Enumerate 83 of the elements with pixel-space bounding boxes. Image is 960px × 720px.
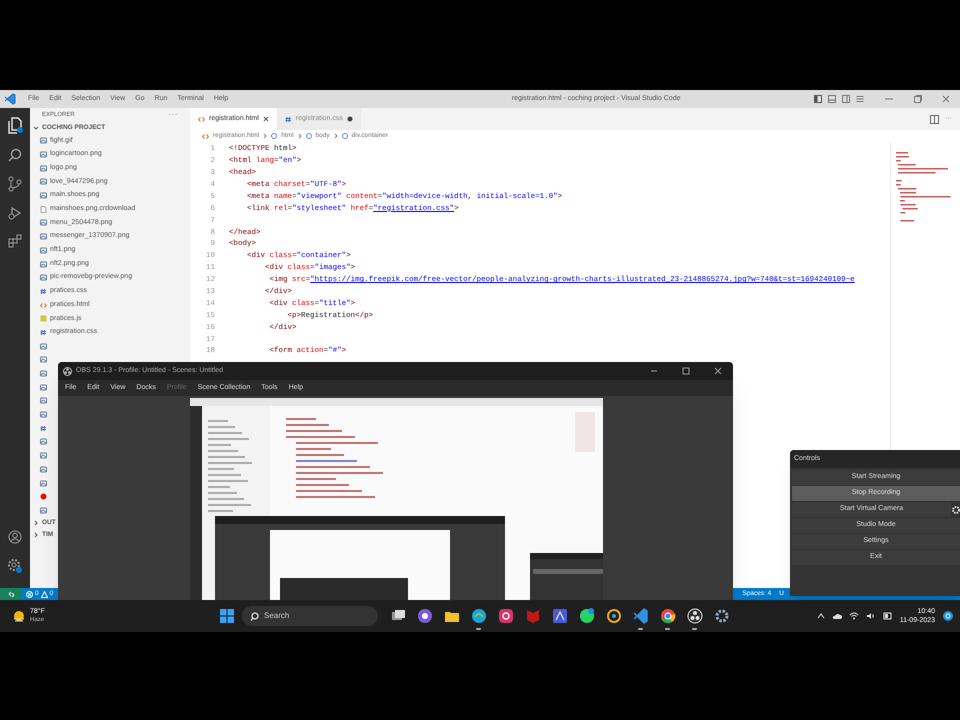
image-file-icon [40, 178, 47, 186]
image-file-icon [40, 384, 47, 391]
chevron-right-icon [263, 133, 268, 139]
image-file-icon [40, 438, 47, 446]
chevron-right-icon [298, 133, 302, 139]
chevron-right-icon [334, 133, 338, 139]
unsaved-dot-icon [346, 116, 353, 122]
browser-icon[interactable] [660, 608, 676, 624]
image-file-icon [40, 151, 47, 158]
image-file-icon [40, 452, 47, 460]
image-file-icon [40, 246, 47, 254]
element-icon [342, 133, 348, 139]
run-debug-icon[interactable] [8, 206, 22, 220]
recorder-app-icon[interactable] [686, 608, 702, 624]
wifi-icon[interactable] [848, 612, 859, 620]
image-file-icon [40, 137, 47, 144]
image-file-icon [40, 411, 47, 418]
settings-icon[interactable] [7, 558, 23, 574]
shield-app-icon[interactable] [524, 608, 540, 624]
hash-icon [40, 328, 47, 336]
element-icon [306, 133, 312, 139]
vscode-logo-icon [4, 93, 16, 105]
element-icon [271, 133, 278, 139]
obs-logo-icon [63, 366, 72, 376]
cloud-icon[interactable] [832, 612, 842, 620]
search-icon[interactable] [8, 148, 22, 162]
image-file-icon [40, 219, 47, 226]
code-editor-icon[interactable] [632, 608, 648, 624]
image-file-icon [40, 480, 47, 487]
maximize-icon[interactable] [682, 367, 690, 375]
chevron-up-icon[interactable] [816, 613, 825, 619]
code-brackets-icon [198, 116, 205, 122]
image-file-icon [40, 233, 47, 240]
sun-haze-icon [12, 609, 26, 623]
branch-icon[interactable] [8, 176, 22, 192]
split-editor-icon[interactable] [930, 114, 939, 124]
close-icon[interactable] [942, 95, 950, 103]
layout-grid-icon[interactable] [856, 95, 864, 103]
image-file-icon [40, 192, 47, 200]
layout-panel-icon[interactable] [828, 95, 836, 103]
image-file-icon [40, 342, 47, 350]
close-icon[interactable] [262, 116, 269, 122]
hash-icon [284, 116, 292, 122]
file-icon [40, 206, 47, 213]
photos-app-icon[interactable] [606, 608, 622, 624]
image-file-icon [40, 466, 47, 473]
hash-icon [40, 288, 47, 295]
browser-icon[interactable] [470, 608, 486, 624]
settings-icon[interactable] [714, 608, 730, 624]
windows-start-icon[interactable] [220, 609, 234, 623]
search-field[interactable]: Search [242, 606, 378, 626]
code-brackets-icon [40, 302, 47, 309]
js-file-icon [40, 315, 47, 322]
extensions-icon[interactable] [8, 234, 22, 248]
image-file-icon [40, 370, 47, 378]
battery-icon[interactable] [882, 612, 893, 620]
image-file-icon [40, 260, 47, 268]
layout-sidebar-icon[interactable] [814, 95, 822, 103]
error-file-icon [40, 493, 47, 500]
code-brackets-icon [202, 132, 209, 140]
camera-app-icon[interactable] [498, 608, 514, 624]
chevron-down-icon [33, 125, 39, 131]
image-file-icon [40, 274, 47, 282]
search-icon [250, 612, 259, 620]
image-file-icon [40, 164, 47, 172]
layout-secondary-icon[interactable] [842, 95, 850, 103]
notification-icon[interactable] [942, 610, 954, 622]
remote-icon [8, 590, 14, 598]
image-file-icon [40, 506, 47, 514]
chat-bubble-app-icon[interactable] [578, 608, 594, 624]
warning-icon [40, 590, 48, 598]
chat-app-icon[interactable] [416, 608, 432, 624]
account-icon[interactable] [8, 530, 22, 544]
hash-icon [40, 424, 47, 432]
close-icon[interactable] [714, 367, 722, 375]
volume-icon[interactable] [866, 612, 876, 620]
error-icon [26, 590, 33, 598]
restore-icon[interactable] [914, 95, 922, 103]
editor-app-icon[interactable] [552, 608, 568, 624]
image-file-icon [40, 356, 47, 364]
remote-button[interactable] [0, 588, 22, 600]
image-file-icon [40, 397, 47, 404]
files-icon[interactable] [7, 116, 23, 134]
